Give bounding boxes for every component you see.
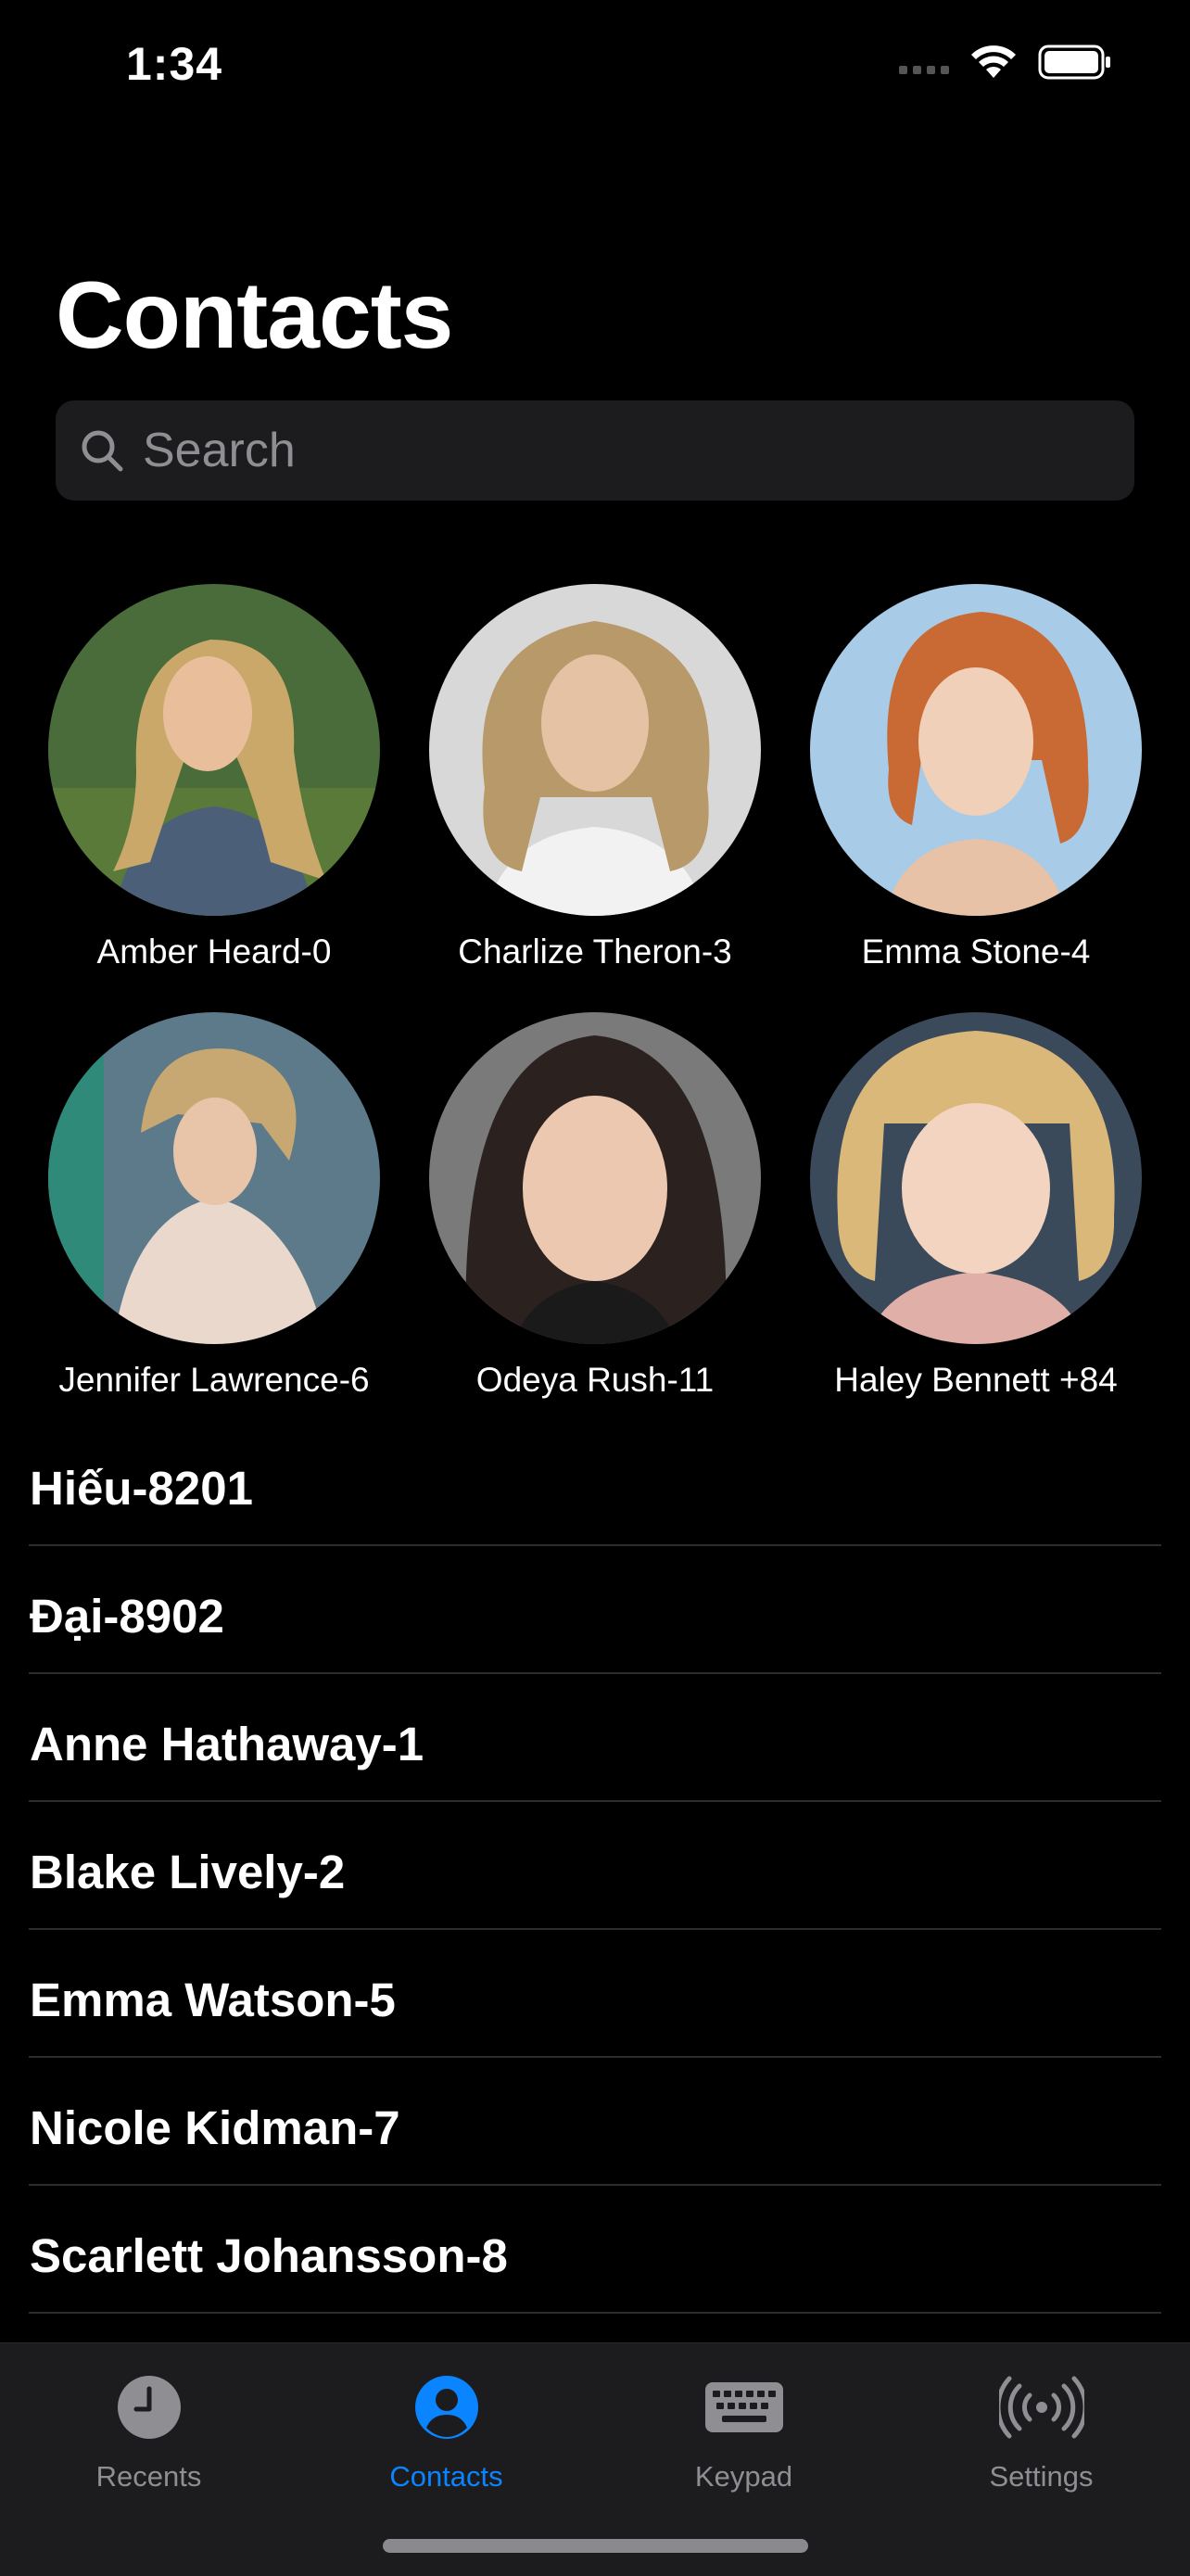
avatar[interactable] [810,584,1142,916]
avatar[interactable] [429,1012,761,1344]
contact-name: Đại-8902 [30,1590,224,1643]
tab-keypad[interactable]: Keypad [595,2366,892,2494]
cellular-signal-icon [899,65,949,74]
avatar[interactable] [48,584,380,916]
list-item[interactable]: Anne Hathaway-1 [29,1674,1161,1802]
status-time: 1:34 [126,38,223,90]
search-icon [76,425,128,476]
contact-list: Hiếu-8201 Đại-8902 Anne Hathaway-1 Blake… [0,1418,1190,2314]
search-bar[interactable] [56,400,1134,501]
favorite-name: Haley Bennett +84 [834,1361,1118,1399]
person-circle-icon [298,2366,595,2449]
tab-settings[interactable]: Settings [892,2366,1190,2494]
avatar[interactable] [48,1012,380,1344]
tab-label: Keypad [694,2460,793,2493]
favorite-contact[interactable]: Odeya Rush-11 [404,1012,786,1400]
favorite-contact[interactable]: Haley Bennett +84 [785,1012,1167,1400]
favorite-name: Amber Heard-0 [96,933,332,971]
favorite-name: Jennifer Lawrence-6 [58,1361,370,1399]
list-item[interactable]: Blake Lively-2 [29,1802,1161,1930]
wifi-icon [971,45,1016,78]
tab-label: Contacts [389,2460,503,2493]
favorite-contact[interactable]: Charlize Theron-3 [404,584,786,971]
favorite-name: Charlize Theron-3 [458,933,732,971]
clock-icon [0,2366,298,2449]
tab-label: Settings [989,2460,1094,2493]
contact-name: Blake Lively-2 [30,1846,346,1898]
list-item[interactable]: Đại-8902 [29,1546,1161,1674]
broadcast-icon [892,2366,1190,2449]
status-icons [899,44,1112,80]
favorite-contact[interactable]: Emma Stone-4 [785,584,1167,971]
contact-name: Nicole Kidman-7 [30,2101,400,2154]
contact-name: Anne Hathaway-1 [30,1718,424,1770]
battery-icon [1038,44,1110,80]
keyboard-icon [595,2366,892,2449]
tab-contacts[interactable]: Contacts [298,2366,595,2494]
search-input[interactable] [141,403,1071,498]
home-indicator[interactable] [383,2539,808,2553]
favorite-contact[interactable]: Jennifer Lawrence-6 [23,1012,405,1400]
status-bar: 1:34 [0,0,1190,139]
favorite-name: Emma Stone-4 [861,933,1091,971]
avatar[interactable] [810,1012,1142,1344]
list-item[interactable]: Hiếu-8201 [29,1418,1161,1546]
page-title: Contacts [56,262,453,368]
list-item[interactable]: Emma Watson-5 [29,1930,1161,2058]
favorite-contact[interactable]: Amber Heard-0 [23,584,405,971]
contact-name: Emma Watson-5 [30,1973,396,2026]
tab-recents[interactable]: Recents [0,2366,298,2494]
list-item[interactable]: Nicole Kidman-7 [29,2058,1161,2186]
contact-name: Hiếu-8201 [30,1462,253,1515]
list-item[interactable]: Scarlett Johansson-8 [29,2186,1161,2314]
avatar[interactable] [429,584,761,916]
tab-label: Recents [95,2460,202,2493]
contact-name: Scarlett Johansson-8 [30,2229,508,2282]
favorite-name: Odeya Rush-11 [475,1361,715,1399]
